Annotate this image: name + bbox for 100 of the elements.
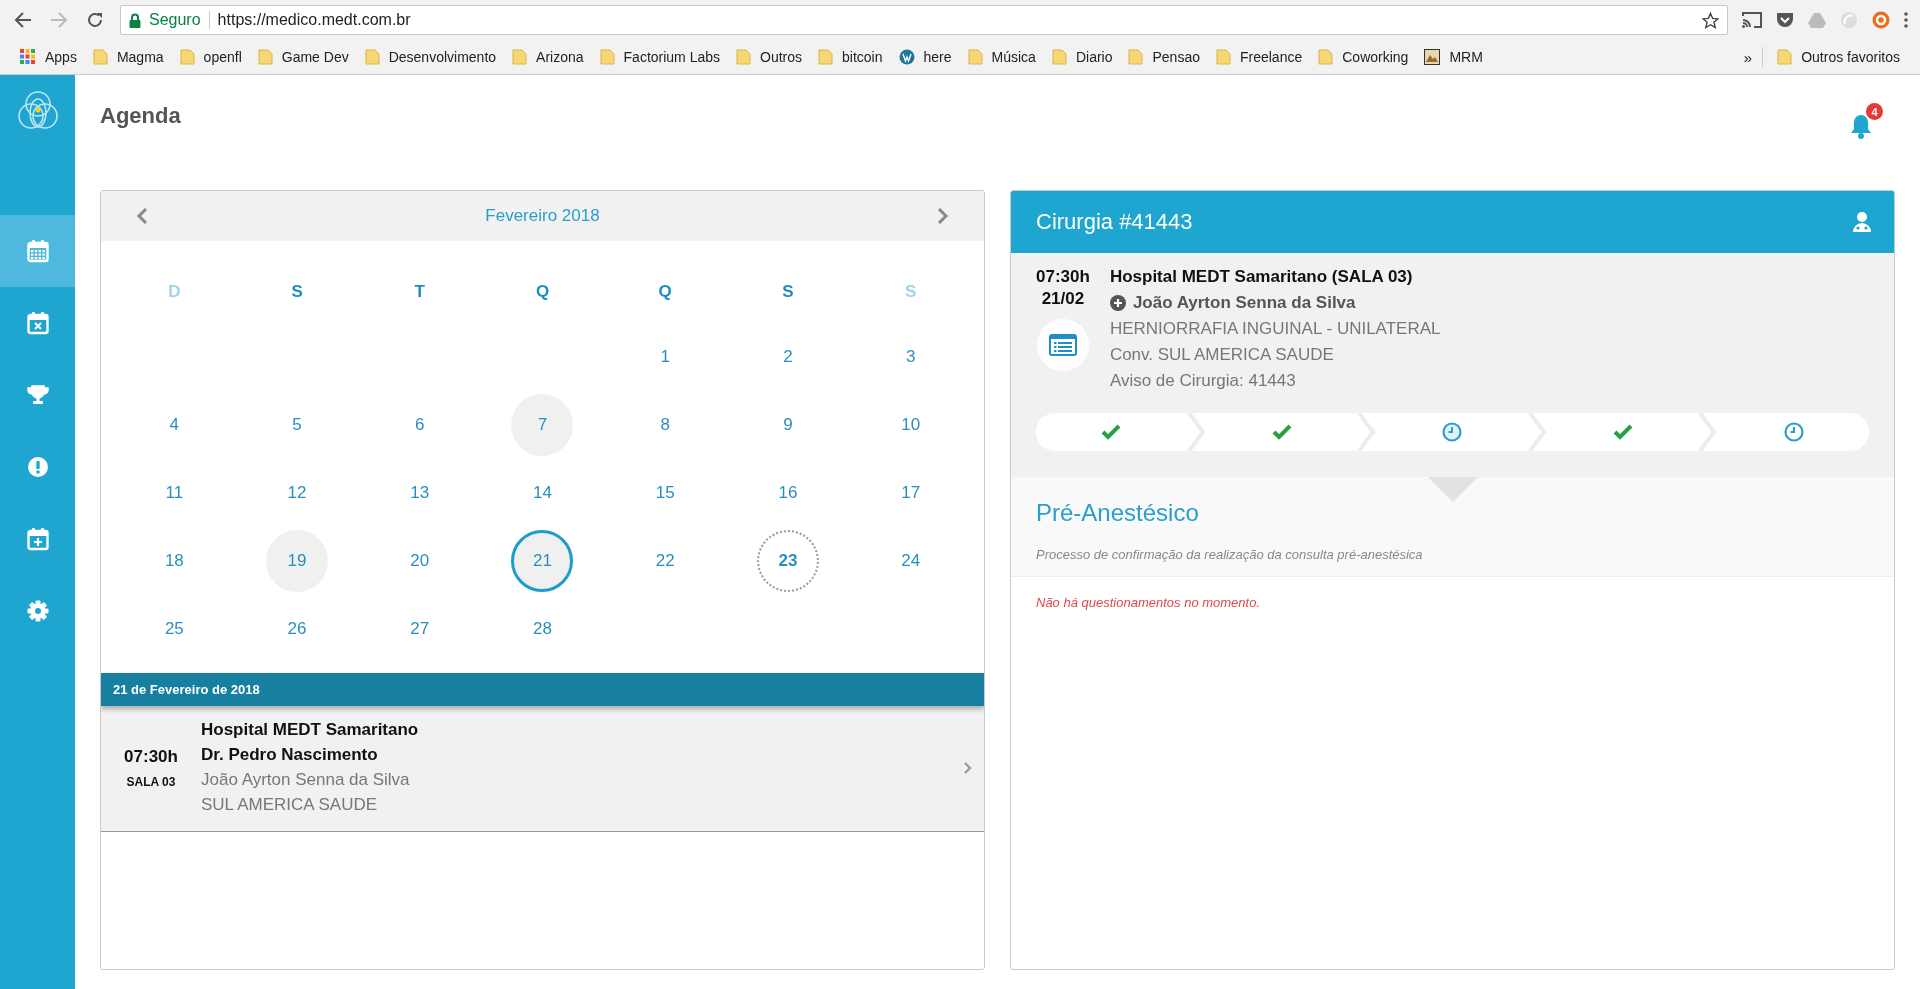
folder-icon — [818, 49, 834, 65]
more-bookmarks[interactable]: » — [1733, 48, 1763, 66]
clock-icon[interactable] — [1442, 422, 1463, 442]
folder-icon — [1215, 49, 1231, 65]
selected-date-bar: 21 de Fevereiro de 2018 — [101, 673, 984, 706]
clock-icon[interactable] — [1783, 422, 1804, 442]
lock-icon — [129, 12, 141, 28]
bookmark[interactable]: Arizona — [504, 46, 592, 68]
section-description: Processo de confirmação da realização da consulta pré-anestésica — [1036, 547, 1424, 562]
pocket-icon[interactable] — [1776, 11, 1794, 29]
calendar-day[interactable]: 9 — [756, 394, 819, 456]
plus-circle-icon[interactable] — [1109, 295, 1126, 311]
calendar-day[interactable]: 8 — [634, 394, 697, 456]
cast-icon[interactable] — [1742, 12, 1762, 28]
weekday-label: Q — [535, 282, 550, 302]
calendar-day[interactable]: 12 — [266, 462, 329, 524]
folder-icon — [599, 49, 615, 65]
appointment-item[interactable]: 07:30h SALA 03 Hospital MEDT Samaritano Dr. Pedro Nascimento João Ayrton Senna da Silva SUL AMERICA SAUDE — [101, 706, 984, 832]
bookmark[interactable]: Magma — [84, 46, 172, 68]
url-text: https://medico.medt.com.br — [217, 11, 412, 29]
weekday-label: S — [782, 282, 794, 302]
bookmark[interactable]: Apps — [12, 46, 85, 68]
weekday-label: T — [414, 282, 425, 302]
surgery-time: 07:30h — [1036, 267, 1090, 287]
sidebar-item[interactable] — [0, 215, 75, 287]
calendar-day[interactable]: 25 — [143, 598, 206, 660]
check-icon[interactable] — [1101, 424, 1122, 440]
folder-icon — [179, 49, 195, 65]
calendar-day[interactable]: 10 — [879, 394, 942, 456]
weekday-label: D — [168, 282, 181, 302]
folder-icon — [1318, 49, 1334, 65]
image-thumbnail-icon — [1424, 49, 1441, 65]
hospital-name: Hospital MEDT Samaritano (SALA 03) — [1109, 267, 1414, 287]
chevron-left-icon[interactable] — [136, 207, 148, 225]
calendar-day[interactable]: 24 — [879, 530, 942, 592]
bookmark[interactable]: Pensao — [1120, 46, 1208, 68]
calendar-day[interactable]: 5 — [266, 394, 329, 456]
calendar-day[interactable]: 1 — [634, 326, 697, 388]
bookmark[interactable]: Game Dev — [249, 46, 357, 68]
bookmark[interactable]: MRM — [1416, 46, 1491, 68]
calendar-day[interactable]: 13 — [388, 462, 451, 524]
calendar-day[interactable]: 26 — [266, 598, 329, 660]
bookmark[interactable]: Música — [959, 46, 1044, 68]
back-arrow-icon[interactable] — [14, 12, 32, 28]
calendar-day[interactable]: 3 — [879, 326, 942, 388]
patient-name: João Ayrton Senna da Silva — [201, 770, 411, 790]
folder-icon — [257, 49, 273, 65]
procedure-name: HERNIORRAFIA INGUINAL - UNILATERAL — [1109, 319, 1441, 339]
calendar-day[interactable]: 17 — [879, 462, 942, 524]
doctor-icon[interactable] — [1852, 211, 1872, 233]
bookmark[interactable]: Outros — [728, 46, 811, 68]
bookmark[interactable]: openfl — [171, 46, 250, 68]
calendar-day[interactable]: 14 — [511, 462, 574, 524]
bookmark[interactable]: Outros favoritos — [1769, 46, 1908, 68]
folder-icon — [1051, 49, 1067, 65]
forward-arrow-icon[interactable] — [50, 12, 68, 28]
bell-icon[interactable] — [1849, 113, 1873, 139]
calendar-day[interactable]: 6 — [388, 394, 451, 456]
calendar-day[interactable]: 2 — [756, 326, 819, 388]
triangle-icon[interactable] — [1808, 12, 1826, 28]
reload-icon[interactable] — [86, 11, 104, 29]
calendar-day[interactable]: 11 — [143, 462, 206, 524]
calendar-day[interactable]: 27 — [388, 598, 451, 660]
calendar-day[interactable]: 18 — [143, 530, 206, 592]
bookmark[interactable]: bitcoin — [810, 46, 891, 68]
bookmark[interactable]: here — [890, 46, 960, 68]
calendar-day[interactable]: 4 — [143, 394, 206, 456]
hospital-name: Hospital MEDT Samaritano — [201, 720, 420, 740]
weekday-label: Q — [658, 282, 672, 302]
bookmark[interactable]: Freelance — [1207, 46, 1311, 68]
bookmark[interactable]: Coworking — [1310, 46, 1417, 68]
check-icon[interactable] — [1271, 424, 1292, 440]
bookmark[interactable]: Diario — [1043, 46, 1121, 68]
menu-icon[interactable] — [1904, 12, 1908, 28]
star-icon[interactable] — [1702, 11, 1719, 29]
folder-icon — [512, 49, 528, 65]
calendar-day[interactable]: 19 — [266, 530, 329, 592]
calendar-day[interactable]: 28 — [511, 598, 574, 660]
calendar-day[interactable]: 22 — [634, 530, 697, 592]
check-icon[interactable] — [1613, 424, 1634, 440]
notification-badge: 4 — [1866, 103, 1883, 120]
weekday-label: S — [291, 282, 303, 302]
calendar-day[interactable]: 7 — [511, 394, 574, 456]
surgery-title: Cirurgia #41443 — [1036, 209, 1193, 235]
calendar-day[interactable]: 16 — [756, 462, 819, 524]
address-bar[interactable]: Seguro https://medico.medt.com.br — [120, 5, 1728, 35]
calendar-day[interactable]: 23 — [756, 530, 819, 592]
bookmark[interactable]: Desenvolvimento — [356, 46, 505, 68]
bookmark[interactable]: Factorium Labs — [591, 46, 729, 68]
chevron-right-icon — [963, 760, 972, 775]
secure-label: Seguro — [149, 11, 210, 29]
apps-grid-icon — [20, 49, 36, 65]
chevron-right-icon[interactable] — [937, 207, 949, 225]
folder-icon — [1128, 49, 1144, 65]
calendar-day[interactable]: 20 — [388, 530, 451, 592]
surgery-date: 21/02 — [1041, 289, 1085, 309]
calendar-day[interactable]: 15 — [634, 462, 697, 524]
calendar-day[interactable]: 21 — [511, 530, 574, 592]
lifebuoy-icon[interactable] — [1872, 11, 1890, 29]
folder-icon — [92, 49, 108, 65]
